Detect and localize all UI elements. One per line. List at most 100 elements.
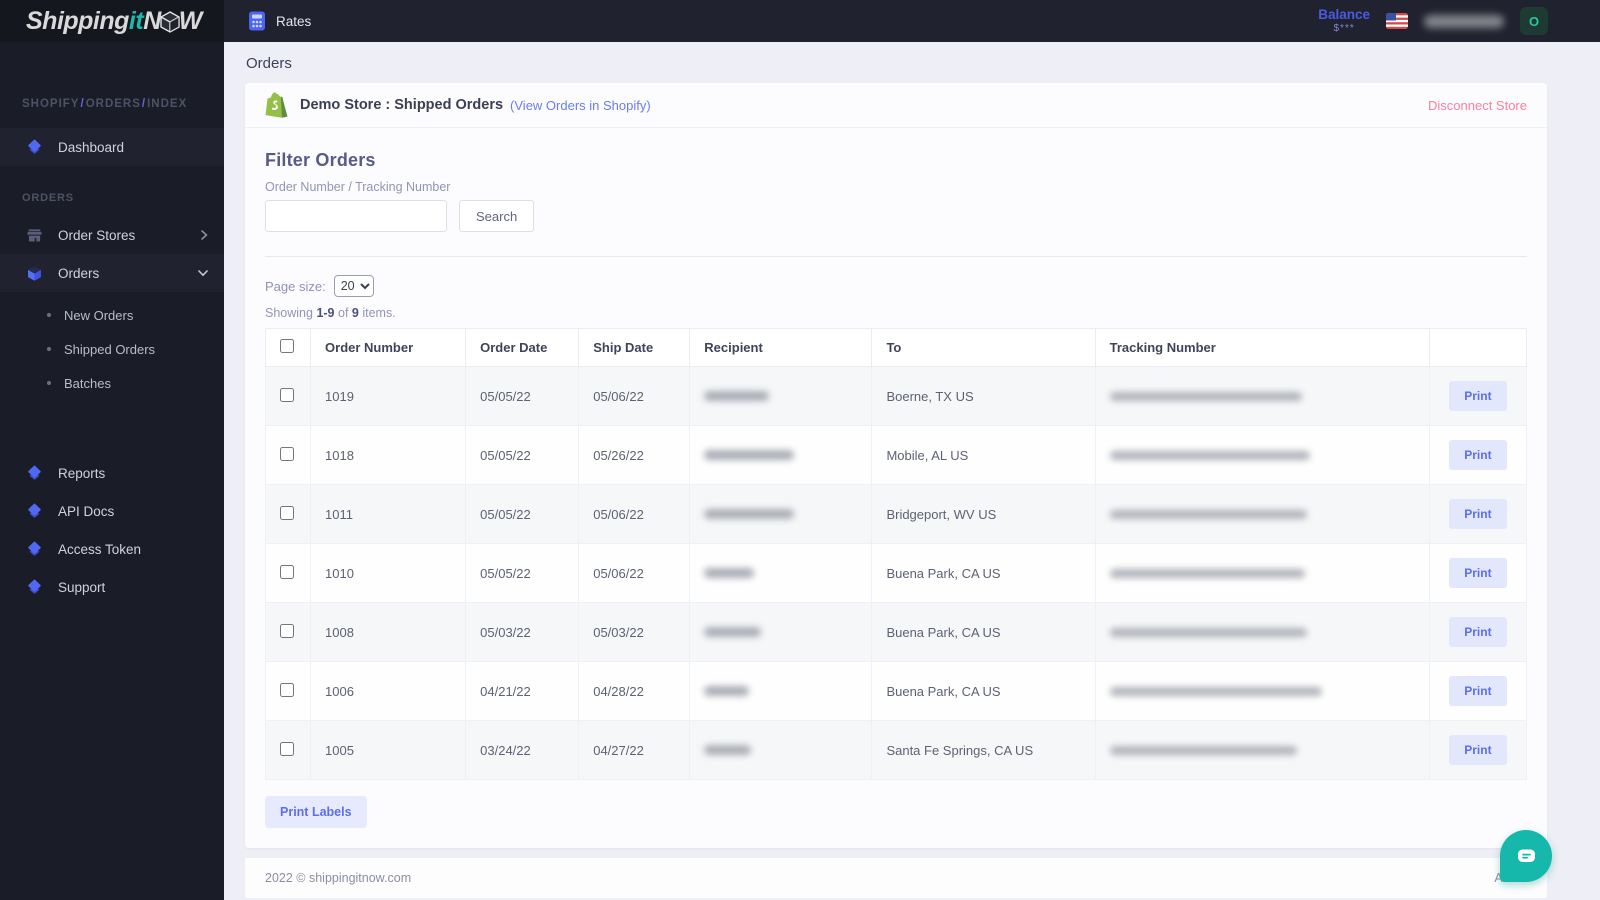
actions-cell: Print xyxy=(1428,366,1528,426)
actions-cell: Print xyxy=(1428,720,1528,780)
to-cell: Mobile, AL US xyxy=(871,425,1096,485)
balance-widget[interactable]: Balance $*** xyxy=(1318,7,1370,34)
page-size-select[interactable]: 20 xyxy=(333,275,374,297)
row-checkbox[interactable] xyxy=(280,446,294,461)
row-checkbox[interactable] xyxy=(280,505,294,520)
sidebar-item-label: Access Token xyxy=(58,541,142,557)
shopify-icon xyxy=(265,92,288,118)
row-checkbox-cell xyxy=(264,484,312,544)
row-checkbox[interactable] xyxy=(280,564,294,579)
actions-cell: Print xyxy=(1428,484,1528,544)
print-labels-button[interactable]: Print Labels xyxy=(265,796,367,828)
app-logo[interactable]: Shipping it N W xyxy=(26,7,202,36)
sidebar-item-api-docs[interactable]: API Docs xyxy=(0,492,224,530)
table-row: 1010 05/05/22 05/06/22 Buena Park, CA US Pri… xyxy=(264,543,1528,603)
column-header-recipient: Recipient xyxy=(689,328,873,367)
recipient-cell xyxy=(689,602,873,662)
sidebar-submenu: New Orders Shipped Orders Batches xyxy=(0,292,224,402)
cube-logo-icon xyxy=(160,11,180,33)
chevron-right-icon xyxy=(200,230,208,240)
recipient-redacted xyxy=(704,509,795,519)
order-number-cell: 1008 xyxy=(310,602,467,662)
sidebar-item-new-orders[interactable]: New Orders xyxy=(0,298,224,332)
logo-text-n: N xyxy=(143,6,161,35)
row-checkbox[interactable] xyxy=(280,741,294,756)
recipient-cell xyxy=(689,543,873,603)
store-bar: Demo Store : Shipped Orders (View Orders… xyxy=(245,83,1547,128)
actions-cell: Print xyxy=(1428,543,1528,603)
store-name: Demo Store : Shipped Orders xyxy=(300,97,504,113)
row-checkbox-cell xyxy=(264,720,312,780)
tracking-cell xyxy=(1094,366,1430,426)
sidebar-item-dashboard[interactable]: Dashboard xyxy=(0,128,224,166)
footer-copyright: 2022 © shippingitnow.com xyxy=(265,871,412,885)
print-button[interactable]: Print xyxy=(1449,617,1507,647)
us-flag-icon[interactable] xyxy=(1386,13,1408,29)
ship-date-cell: 05/03/22 xyxy=(578,602,691,662)
recipient-cell xyxy=(689,661,873,721)
row-checkbox-cell xyxy=(264,425,312,485)
tracking-cell xyxy=(1094,602,1430,662)
select-all-checkbox[interactable] xyxy=(280,339,294,353)
sidebar-item-orders[interactable]: Orders xyxy=(0,254,224,292)
print-button[interactable]: Print xyxy=(1449,558,1507,588)
order-number-cell: 1011 xyxy=(310,484,467,544)
order-date-cell: 05/05/22 xyxy=(465,484,580,544)
ship-date-cell: 05/06/22 xyxy=(578,543,691,603)
sidebar-item-access-token[interactable]: Access Token xyxy=(0,530,224,568)
username-redacted[interactable] xyxy=(1424,14,1504,28)
print-button[interactable]: Print xyxy=(1449,499,1507,529)
chat-bubble-icon xyxy=(1516,847,1537,865)
to-cell: Santa Fe Springs, CA US xyxy=(871,720,1096,780)
orders-card: Demo Store : Shipped Orders (View Orders… xyxy=(245,83,1547,848)
diamond-icon xyxy=(25,503,43,520)
print-button[interactable]: Print xyxy=(1449,440,1507,470)
print-button[interactable]: Print xyxy=(1449,735,1507,765)
sidebar-item-reports[interactable]: Reports xyxy=(0,454,224,492)
sidebar-item-label: Dashboard xyxy=(58,139,125,155)
disconnect-store-link[interactable]: Disconnect Store xyxy=(1428,98,1527,113)
column-header-to: To xyxy=(871,328,1096,367)
sidebar-item-label: Order Stores xyxy=(58,227,136,243)
to-cell: Buena Park, CA US xyxy=(871,661,1096,721)
recipient-redacted xyxy=(704,450,795,460)
row-checkbox[interactable] xyxy=(280,387,294,402)
sidebar-item-order-stores[interactable]: Order Stores xyxy=(0,216,224,254)
print-button[interactable]: Print xyxy=(1449,381,1507,411)
table-row: 1008 05/03/22 05/03/22 Buena Park, CA US Pri… xyxy=(264,602,1528,662)
print-button[interactable]: Print xyxy=(1449,676,1507,706)
row-checkbox[interactable] xyxy=(280,623,294,638)
sidebar-item-batches[interactable]: Batches xyxy=(0,366,224,400)
tracking-redacted xyxy=(1109,391,1302,401)
tracking-redacted xyxy=(1109,509,1307,519)
tracking-redacted xyxy=(1109,450,1310,460)
sidebar-item-support[interactable]: Support xyxy=(0,568,224,606)
search-button[interactable]: Search xyxy=(459,200,535,232)
recipient-cell xyxy=(689,720,873,780)
recipient-cell xyxy=(689,484,873,544)
bullet-icon xyxy=(47,347,51,351)
avatar[interactable]: O xyxy=(1520,7,1548,35)
order-date-cell: 03/24/22 xyxy=(465,720,580,780)
rates-nav-item[interactable]: Rates xyxy=(224,0,311,42)
chat-launcher-button[interactable] xyxy=(1500,830,1552,882)
bullet-icon xyxy=(47,313,51,317)
order-tracking-search-input[interactable] xyxy=(265,200,447,232)
breadcrumb: SHOPIFY/ORDERS/INDEX xyxy=(0,42,224,110)
sidebar-item-shipped-orders[interactable]: Shipped Orders xyxy=(0,332,224,366)
sidebar-subitem-label: Shipped Orders xyxy=(64,341,156,357)
row-checkbox[interactable] xyxy=(280,682,294,697)
showing-summary: Showing 1-9 of 9 items. xyxy=(265,306,396,320)
order-date-cell: 05/05/22 xyxy=(465,543,580,603)
page-size-label: Page size: xyxy=(265,278,326,294)
breadcrumb-part: SHOPIFY xyxy=(22,98,80,110)
view-orders-link[interactable]: (View Orders in Shopify) xyxy=(510,98,651,113)
bullet-icon xyxy=(47,381,51,385)
diamond-icon xyxy=(25,541,43,558)
table-row: 1011 05/05/22 05/06/22 Bridgeport, WV US Pri… xyxy=(264,484,1528,544)
to-cell: Boerne, TX US xyxy=(871,366,1096,426)
cube-icon xyxy=(25,265,43,282)
recipient-redacted xyxy=(704,391,770,401)
filter-field-label: Order Number / Tracking Number xyxy=(265,180,451,194)
order-number-cell: 1019 xyxy=(310,366,467,426)
